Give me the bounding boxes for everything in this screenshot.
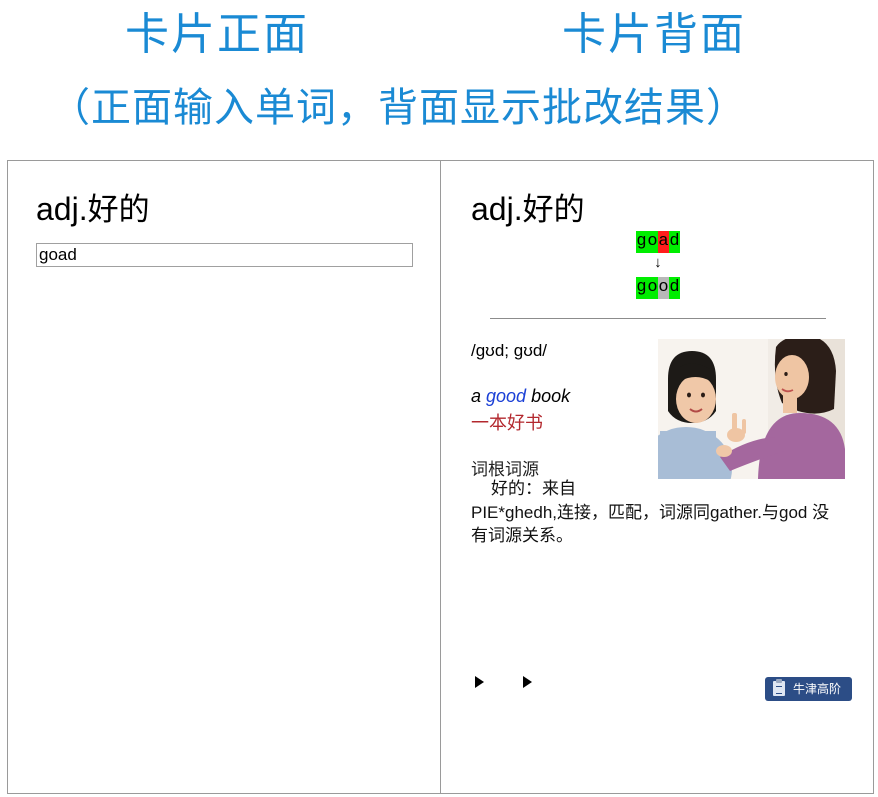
correct-answer-diff: good [441, 277, 875, 299]
etymology-line-1: 好的：来自 [491, 479, 576, 499]
front-card-heading: 卡片正面 [125, 9, 309, 60]
mother-daughter-photo [658, 339, 845, 479]
typed-letter: o [647, 231, 658, 253]
card-front: adj.好的 [7, 160, 441, 794]
typed-answer-diff: goad [441, 231, 875, 253]
etymology-title: 词根词源 [471, 460, 539, 480]
down-arrow-icon: ↓ [653, 255, 663, 272]
typed-letter: g [636, 231, 647, 253]
correct-letter: g [636, 277, 647, 299]
etymology-text: 好的：来自 PIE*ghedh,连接，匹配，词源同gather.与god 没有词… [471, 478, 831, 547]
example-highlight-word: good [486, 386, 527, 406]
example-pre: a [471, 386, 487, 406]
front-meaning-label: 好的 [87, 192, 150, 228]
example-post: book [526, 386, 571, 406]
etymology-line-2: PIE*ghedh,连接，匹配，词源同gather.与god 没有词源关系。 [471, 503, 830, 545]
back-prompt: adj.好的 [471, 193, 585, 226]
correct-letter: d [669, 277, 680, 299]
correct-letter: o [647, 277, 658, 299]
example-sentence: a good book [471, 386, 570, 407]
back-card-heading: 卡片背面 [562, 9, 746, 60]
clipboard-icon [773, 679, 785, 696]
typed-letter: a [658, 231, 669, 253]
back-pos-label: adj. [471, 191, 523, 227]
front-pos-label: adj. [36, 191, 88, 227]
play-icon[interactable] [523, 676, 532, 688]
example-translation: 一本好书 [471, 413, 543, 434]
dict-button-label: 牛津高阶 [793, 682, 842, 696]
answer-input[interactable] [36, 243, 413, 267]
typed-letter: d [669, 231, 680, 253]
back-meaning-label: 好的 [522, 192, 585, 228]
card-back: adj.好的 goad ↓ good /gʊd; gʊd/ a good boo… [440, 160, 874, 794]
divider [490, 318, 826, 319]
phonetic: /gʊd; gʊd/ [471, 341, 548, 360]
instruction-subtitle: （正面输入单词，背面显示批改结果） [50, 85, 747, 131]
play-icon[interactable] [475, 676, 484, 688]
correct-letter: o [658, 277, 669, 299]
front-prompt: adj.好的 [36, 193, 150, 226]
oxford-dictionary-button[interactable]: 牛津高阶 [765, 677, 852, 701]
